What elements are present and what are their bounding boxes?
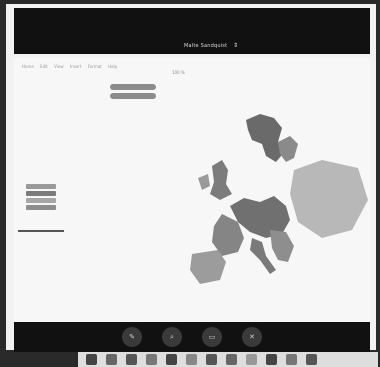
dock-icon[interactable] [146, 354, 157, 365]
dock [78, 352, 378, 367]
zoom-control[interactable]: 100 % [172, 70, 185, 75]
document-title[interactable]: Malte Sandquist [184, 43, 227, 49]
legend-swatch [26, 191, 56, 196]
dock-icon[interactable] [306, 354, 317, 365]
top-bar: Malte Sandquist ⇕ [14, 8, 370, 54]
dock-icon[interactable] [206, 354, 217, 365]
legend-swatch [26, 184, 56, 189]
dock-icon[interactable] [246, 354, 257, 365]
dock-icon[interactable] [86, 354, 97, 365]
control-bar: ✎ ⌕ ▭ ✕ [14, 322, 370, 352]
map-region-balkans [270, 230, 294, 262]
pen-icon[interactable]: ✎ [122, 327, 142, 347]
title-dropdown-icon[interactable]: ⇕ [233, 42, 238, 49]
map-region-finland [278, 136, 298, 162]
dock-icon[interactable] [186, 354, 197, 365]
dock-icon[interactable] [166, 354, 177, 365]
menu-bar: Home Edit View Insert Format Help [22, 64, 122, 69]
legend-divider [18, 230, 64, 232]
menu-item-help[interactable]: Help [108, 64, 117, 69]
legend-swatch [26, 198, 56, 203]
menu-item-home[interactable]: Home [22, 64, 34, 69]
close-icon[interactable]: ✕ [242, 327, 262, 347]
filter-button-1[interactable] [110, 84, 156, 90]
menu-item-insert[interactable]: Insert [70, 64, 81, 69]
zoom-icon[interactable]: ⌕ [162, 327, 182, 347]
europe-map[interactable] [182, 110, 372, 296]
dock-icon[interactable] [286, 354, 297, 365]
menu-item-edit[interactable]: Edit [40, 64, 48, 69]
map-region-ireland [198, 174, 210, 190]
filter-button-2[interactable] [110, 93, 156, 99]
dock-icon[interactable] [226, 354, 237, 365]
screen-icon[interactable]: ▭ [202, 327, 222, 347]
map-page: Home Edit View Insert Format Help 100 % [14, 58, 370, 328]
dock-icon[interactable] [266, 354, 277, 365]
legend-swatch [26, 205, 56, 210]
map-region-uk [210, 160, 232, 200]
menu-item-format[interactable]: Format [88, 64, 102, 69]
map-region-east [290, 160, 368, 238]
map-region-scandinavia [246, 114, 286, 162]
menu-item-view[interactable]: View [54, 64, 64, 69]
dock-icon[interactable] [106, 354, 117, 365]
dock-icon[interactable] [126, 354, 137, 365]
map-region-iberia [190, 250, 226, 284]
